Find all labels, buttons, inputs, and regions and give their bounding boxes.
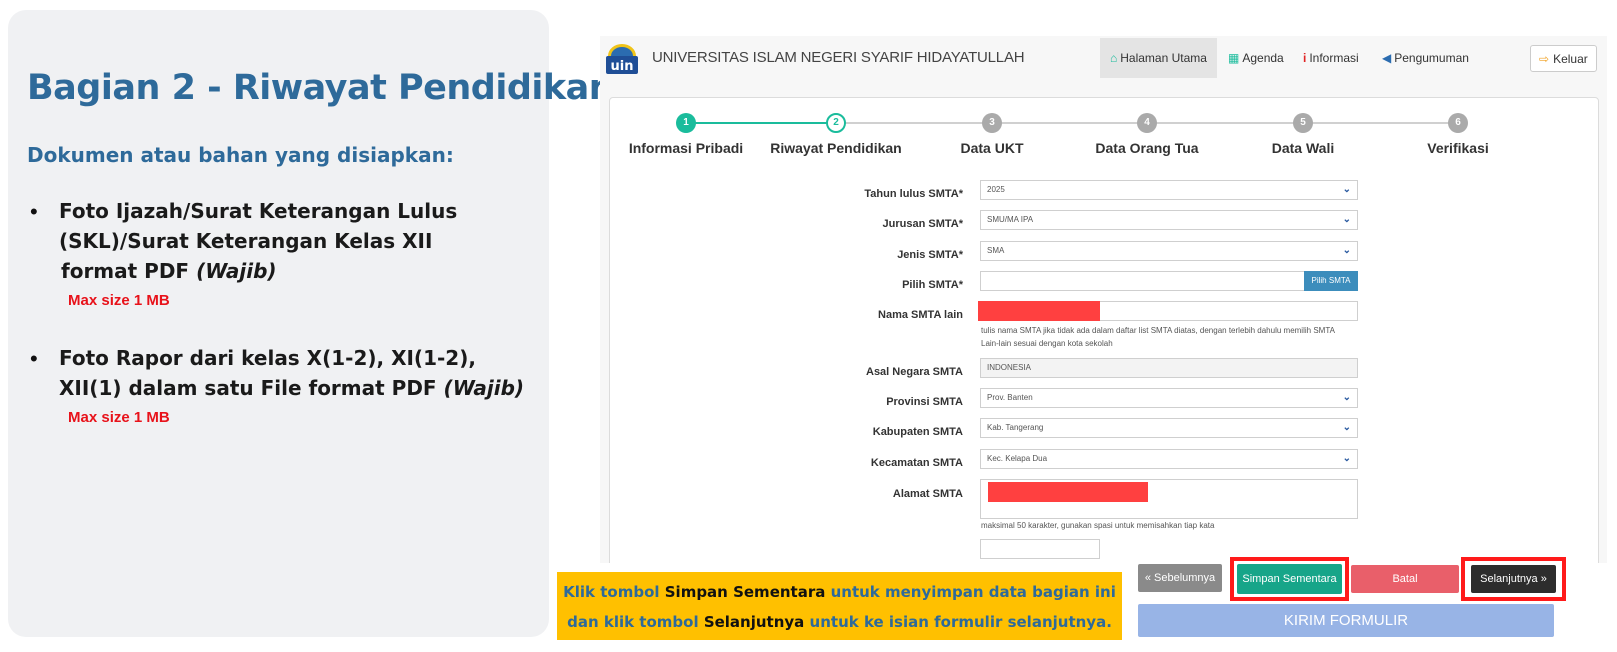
home-icon: ⌂: [1110, 51, 1118, 65]
step-indicator[interactable]: 4: [1137, 113, 1157, 133]
step-label: Riwayat Pendidikan: [770, 140, 902, 156]
step-indicator[interactable]: 2: [826, 113, 846, 133]
nav-pengumuman[interactable]: ◀ Pengumuman: [1382, 38, 1469, 78]
document-line: (SKL)/Surat Keterangan Kelas XII: [59, 229, 433, 253]
previous-button[interactable]: « Sebelumnya: [1138, 564, 1222, 592]
university-name: UNIVERSITAS ISLAM NEGERI SYARIF HIDAYATU…: [652, 49, 1025, 66]
nama-smta-help: tulis nama SMTA jika tidak ada dalam daf…: [981, 326, 1335, 335]
document-line: format PDF (Wajib): [61, 259, 277, 283]
nav-halaman-utama[interactable]: ⌂ Halaman Utama: [1100, 38, 1217, 78]
redacted-block: [978, 301, 1100, 321]
provinsi-label: Provinsi SMTA: [886, 396, 963, 408]
instruction-panel: Bagian 2 - Riwayat Pendidikan Dokumen at…: [8, 10, 614, 637]
step-connector: [686, 122, 836, 124]
step-indicator[interactable]: 6: [1448, 113, 1468, 133]
pilih-smta-label: Pilih SMTA*: [902, 279, 963, 291]
save-draft-button[interactable]: Simpan Sementara: [1237, 564, 1342, 594]
step-indicator[interactable]: 5: [1293, 113, 1313, 133]
document-line: Foto Ijazah/Surat Keterangan Lulus: [59, 199, 458, 223]
document-item: • Foto Rapor dari kelas X(1-2), XI(1-2),…: [30, 343, 524, 426]
logout-icon: ⇨: [1539, 51, 1550, 66]
info-icon: i: [1303, 51, 1307, 65]
chevron-down-icon: ⌄: [1342, 453, 1351, 464]
app-screenshot: uin UNIVERSITAS ISLAM NEGERI SYARIF HIDA…: [600, 36, 1607, 563]
redacted-block: [988, 482, 1148, 502]
jenis-select[interactable]: SMA ⌄: [980, 241, 1358, 261]
chevron-down-icon: ⌄: [1342, 422, 1351, 433]
kabupaten-select[interactable]: Kab. Tangerang ⌄: [980, 418, 1358, 438]
jurusan-select[interactable]: SMU/MA IPA ⌄: [980, 210, 1358, 230]
step-label: Verifikasi: [1427, 140, 1489, 156]
chevron-down-icon: ⌄: [1342, 245, 1351, 256]
jenis-label: Jenis SMTA*: [897, 249, 963, 261]
provinsi-select[interactable]: Prov. Banten ⌄: [980, 388, 1358, 408]
bullet-icon: •: [30, 199, 38, 224]
next-button[interactable]: Selanjutnya »: [1471, 565, 1556, 593]
submit-form-button[interactable]: KIRIM FORMULIR: [1138, 604, 1554, 637]
document-item: • Foto Ijazah/Surat Keterangan Lulus (SK…: [30, 196, 457, 309]
negara-input[interactable]: INDONESIA: [980, 358, 1358, 378]
step-indicator[interactable]: 1: [676, 113, 696, 133]
section-title: Bagian 2 - Riwayat Pendidikan: [27, 68, 614, 108]
max-size-note: Max size 1 MB: [68, 409, 170, 426]
megaphone-icon: ◀: [1382, 51, 1392, 65]
pilih-smta-input[interactable]: [980, 271, 1305, 291]
step-indicator[interactable]: 3: [982, 113, 1002, 133]
chevron-down-icon: ⌄: [1342, 392, 1351, 403]
max-size-note: Max size 1 MB: [68, 292, 170, 309]
step-label: Data Wali: [1271, 140, 1335, 156]
step-label: Informasi Pribadi: [628, 140, 744, 156]
document-line: XII(1) dalam satu File format PDF (Wajib…: [59, 376, 525, 400]
chevron-down-icon: ⌄: [1342, 184, 1351, 195]
document-line: Foto Rapor dari kelas X(1-2), XI(1-2),: [59, 346, 476, 370]
nama-smta-lain-label: Nama SMTA lain: [878, 309, 963, 321]
cancel-button[interactable]: Batal: [1351, 565, 1459, 593]
form-card: 1 2 3 4 5 6 Informasi Pribadi Riwayat Pe…: [609, 97, 1599, 563]
next-field-input[interactable]: [980, 539, 1100, 559]
bullet-icon: •: [30, 346, 38, 371]
jurusan-label: Jurusan SMTA*: [882, 218, 963, 230]
nav-agenda[interactable]: ▦ Agenda: [1228, 38, 1284, 78]
section-subtitle: Dokumen atau bahan yang disiapkan:: [27, 143, 454, 167]
tahun-lulus-select[interactable]: 2025 ⌄: [980, 180, 1358, 200]
step-label: Data Orang Tua: [1095, 140, 1199, 156]
nav-informasi[interactable]: i Informasi: [1303, 38, 1359, 78]
svg-text:uin: uin: [611, 59, 634, 74]
required-tag: (Wajib): [196, 259, 277, 283]
uin-logo: uin: [602, 38, 642, 78]
calendar-icon: ▦: [1228, 51, 1240, 65]
kabupaten-label: Kabupaten SMTA: [872, 426, 963, 438]
kecamatan-label: Kecamatan SMTA: [870, 457, 963, 469]
alamat-label: Alamat SMTA: [892, 488, 963, 500]
tahun-lulus-label: Tahun lulus SMTA*: [864, 188, 963, 200]
logout-button[interactable]: ⇨ Keluar: [1530, 45, 1597, 72]
chevron-down-icon: ⌄: [1342, 214, 1351, 225]
alamat-help: maksimal 50 karakter, gunakan spasi untu…: [981, 521, 1215, 530]
top-navbar: uin UNIVERSITAS ISLAM NEGERI SYARIF HIDA…: [600, 36, 1607, 80]
nama-smta-help: Lain-lain sesuai dengan kota sekolah: [981, 339, 1113, 348]
step-label: Data UKT: [960, 140, 1024, 156]
pilih-smta-button[interactable]: Pilih SMTA: [1304, 271, 1358, 291]
instruction-note: Klik tombol Simpan Sementara untuk menyi…: [557, 572, 1122, 640]
kecamatan-select[interactable]: Kec. Kelapa Dua ⌄: [980, 449, 1358, 469]
negara-label: Asal Negara SMTA: [866, 366, 963, 378]
required-tag: (Wajib): [443, 376, 525, 400]
